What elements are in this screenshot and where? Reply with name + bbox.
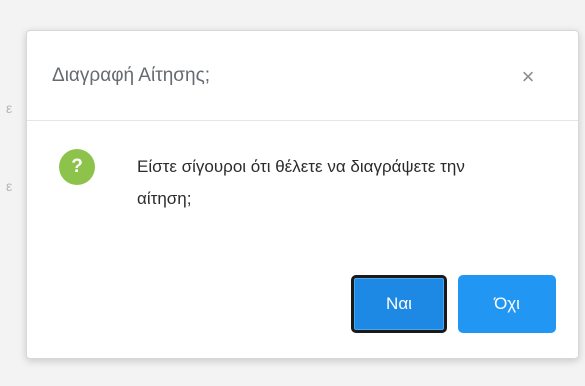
confirm-message: Είστε σίγουροι ότι θέλετε να διαγράψετε … bbox=[137, 157, 465, 208]
dialog-footer: Ναι Όχι bbox=[27, 271, 578, 359]
backdrop-text-fragment: ε bbox=[6, 178, 13, 194]
question-icon: ? bbox=[59, 149, 95, 185]
cancel-no-button[interactable]: Όχι bbox=[458, 275, 556, 333]
dialog-body: ? Είστε σίγουροι ότι θέλετε να διαγράψετ… bbox=[27, 121, 578, 271]
close-icon[interactable]: × bbox=[518, 66, 538, 88]
dialog-title: Διαγραφή Αίτησης; bbox=[52, 65, 211, 86]
confirm-yes-button[interactable]: Ναι bbox=[351, 275, 447, 333]
backdrop-text-fragment: ε bbox=[6, 100, 13, 116]
dialog-header: Διαγραφή Αίτησης; × bbox=[27, 31, 578, 121]
confirm-delete-dialog: Διαγραφή Αίτησης; × ? Είστε σίγουροι ότι… bbox=[26, 30, 579, 359]
